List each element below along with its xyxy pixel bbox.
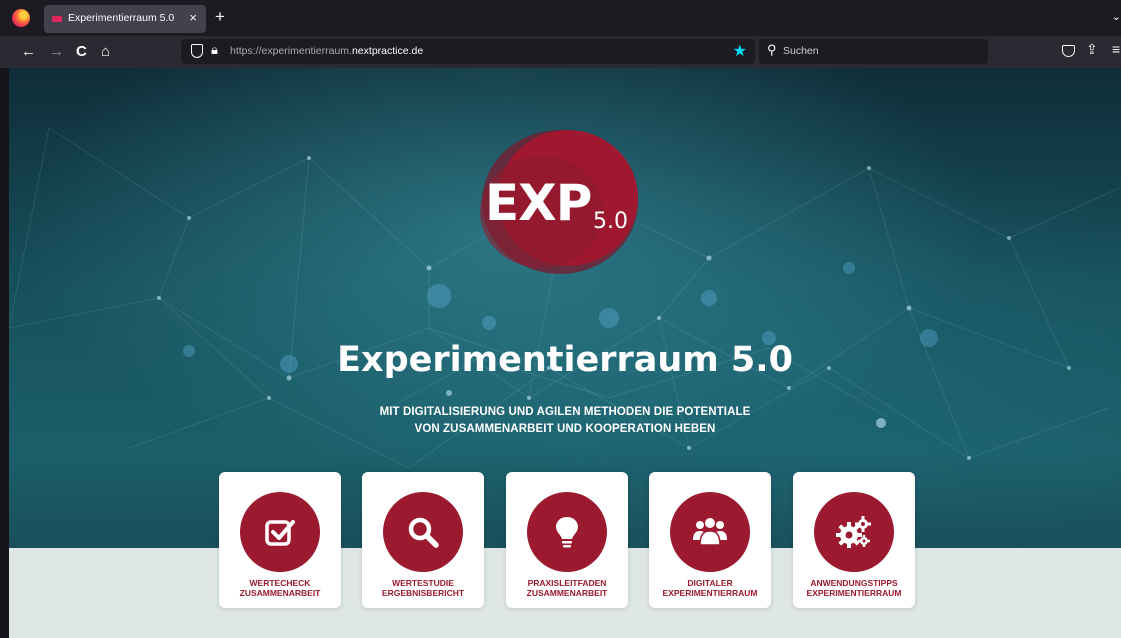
card-label-line1: WERTECHECK: [249, 578, 311, 588]
card-label-line2: EXPERIMENTIERRAUM: [662, 588, 758, 598]
card-label-line2: ZUSAMMENARBEIT: [526, 588, 608, 598]
card-icon-circle: [527, 492, 607, 572]
navigation-toolbar: ← → C ⌂ 🔒︎ https://experimentierraum.nex…: [0, 36, 1121, 68]
search-icon: ⚲: [767, 42, 777, 57]
card-label: ANWENDUNGSTIPPS EXPERIMENTIERRAUM: [793, 578, 915, 598]
site-favicon-icon: [52, 16, 62, 22]
subtitle-line-2: VON ZUSAMMENARBEIT UND KOOPERATION HEBEN: [414, 423, 716, 435]
card-label-line2: ERGEBNISBERICHT: [381, 588, 465, 598]
card-digitaler-experimentierraum[interactable]: DIGITALER EXPERIMENTIERRAUM: [649, 472, 771, 608]
lock-icon[interactable]: 🔒︎: [211, 42, 218, 58]
card-label: DIGITALER EXPERIMENTIERRAUM: [649, 578, 771, 598]
app-menu-icon[interactable]: ≡: [1112, 41, 1120, 57]
search-bar[interactable]: ⚲ Suchen: [759, 39, 988, 64]
search-input[interactable]: Suchen: [783, 45, 819, 57]
card-wertecheck[interactable]: WERTECHECK ZUSAMMENARBEIT: [219, 472, 341, 608]
home-button[interactable]: ⌂: [101, 42, 110, 62]
subtitle-line-1: MIT DIGITALISIERUNG UND AGILEN METHODEN …: [379, 406, 751, 418]
card-label-line1: WERTESTUDIE: [392, 578, 454, 588]
tracking-protection-icon[interactable]: [191, 44, 203, 58]
card-wertestudie[interactable]: WERTESTUDIE ERGEBNISBERICHT: [362, 472, 484, 608]
card-label: WERTECHECK ZUSAMMENARBEIT: [219, 578, 341, 598]
logo-subscript: 5.0: [593, 209, 628, 234]
forward-button[interactable]: →: [49, 42, 64, 62]
card-icon-circle: [814, 492, 894, 572]
page-subtitle: MIT DIGITALISIERUNG UND AGILEN METHODEN …: [9, 404, 1121, 438]
reload-button[interactable]: C: [76, 42, 87, 62]
url-text[interactable]: https://experimentierraum.nextpractice.d…: [230, 45, 423, 57]
url-bar[interactable]: 🔒︎ https://experimentierraum.nextpractic…: [181, 39, 755, 64]
tab-experimentierraum[interactable]: Experimentierraum 5.0 ×: [44, 5, 206, 33]
bookmark-star-icon[interactable]: ★: [733, 41, 747, 61]
card-icon-circle: [670, 492, 750, 572]
page-viewport: EXP 5.0 Experimentierraum 5.0 MIT DIGITA…: [0, 68, 1121, 638]
card-label-line2: EXPERIMENTIERRAUM: [806, 588, 902, 598]
search-icon: [408, 517, 439, 548]
new-tab-button[interactable]: +: [215, 7, 225, 27]
card-icon-circle: [240, 492, 320, 572]
card-label-line1: PRAXISLEITFADEN: [527, 578, 607, 588]
card-label: WERTESTUDIE ERGEBNISBERICHT: [362, 578, 484, 598]
back-button[interactable]: ←: [21, 42, 36, 62]
card-label: PRAXISLEITFADEN ZUSAMMENARBEIT: [506, 578, 628, 598]
card-label-line1: DIGITALER: [687, 578, 733, 588]
card-anwendungstipps[interactable]: ANWENDUNGSTIPPS EXPERIMENTIERRAUM: [793, 472, 915, 608]
extensions-icon[interactable]: ⇪: [1086, 41, 1098, 58]
checkbox-icon: [265, 520, 295, 546]
gears-icon: [836, 516, 871, 548]
page-title: Experimentierraum 5.0: [337, 340, 793, 380]
card-praxisleitfaden[interactable]: PRAXISLEITFADEN ZUSAMMENARBEIT: [506, 472, 628, 608]
logo-text: EXP: [485, 174, 592, 232]
card-icon-circle: [383, 492, 463, 572]
tab-strip: Experimentierraum 5.0 × + ⌄: [0, 0, 1121, 36]
card-label-line1: ANWENDUNGSTIPPS: [810, 578, 898, 588]
card-label-line2: ZUSAMMENARBEIT: [239, 588, 321, 598]
lightbulb-icon: [556, 517, 578, 548]
tab-list-chevron-icon[interactable]: ⌄: [1112, 10, 1121, 23]
web-page: EXP 5.0 Experimentierraum 5.0 MIT DIGITA…: [9, 68, 1121, 638]
close-tab-icon[interactable]: ×: [189, 10, 197, 25]
users-icon: [693, 518, 727, 546]
tab-title: Experimentierraum 5.0: [68, 12, 175, 24]
pocket-icon[interactable]: [1062, 45, 1075, 57]
firefox-icon[interactable]: [12, 9, 30, 27]
